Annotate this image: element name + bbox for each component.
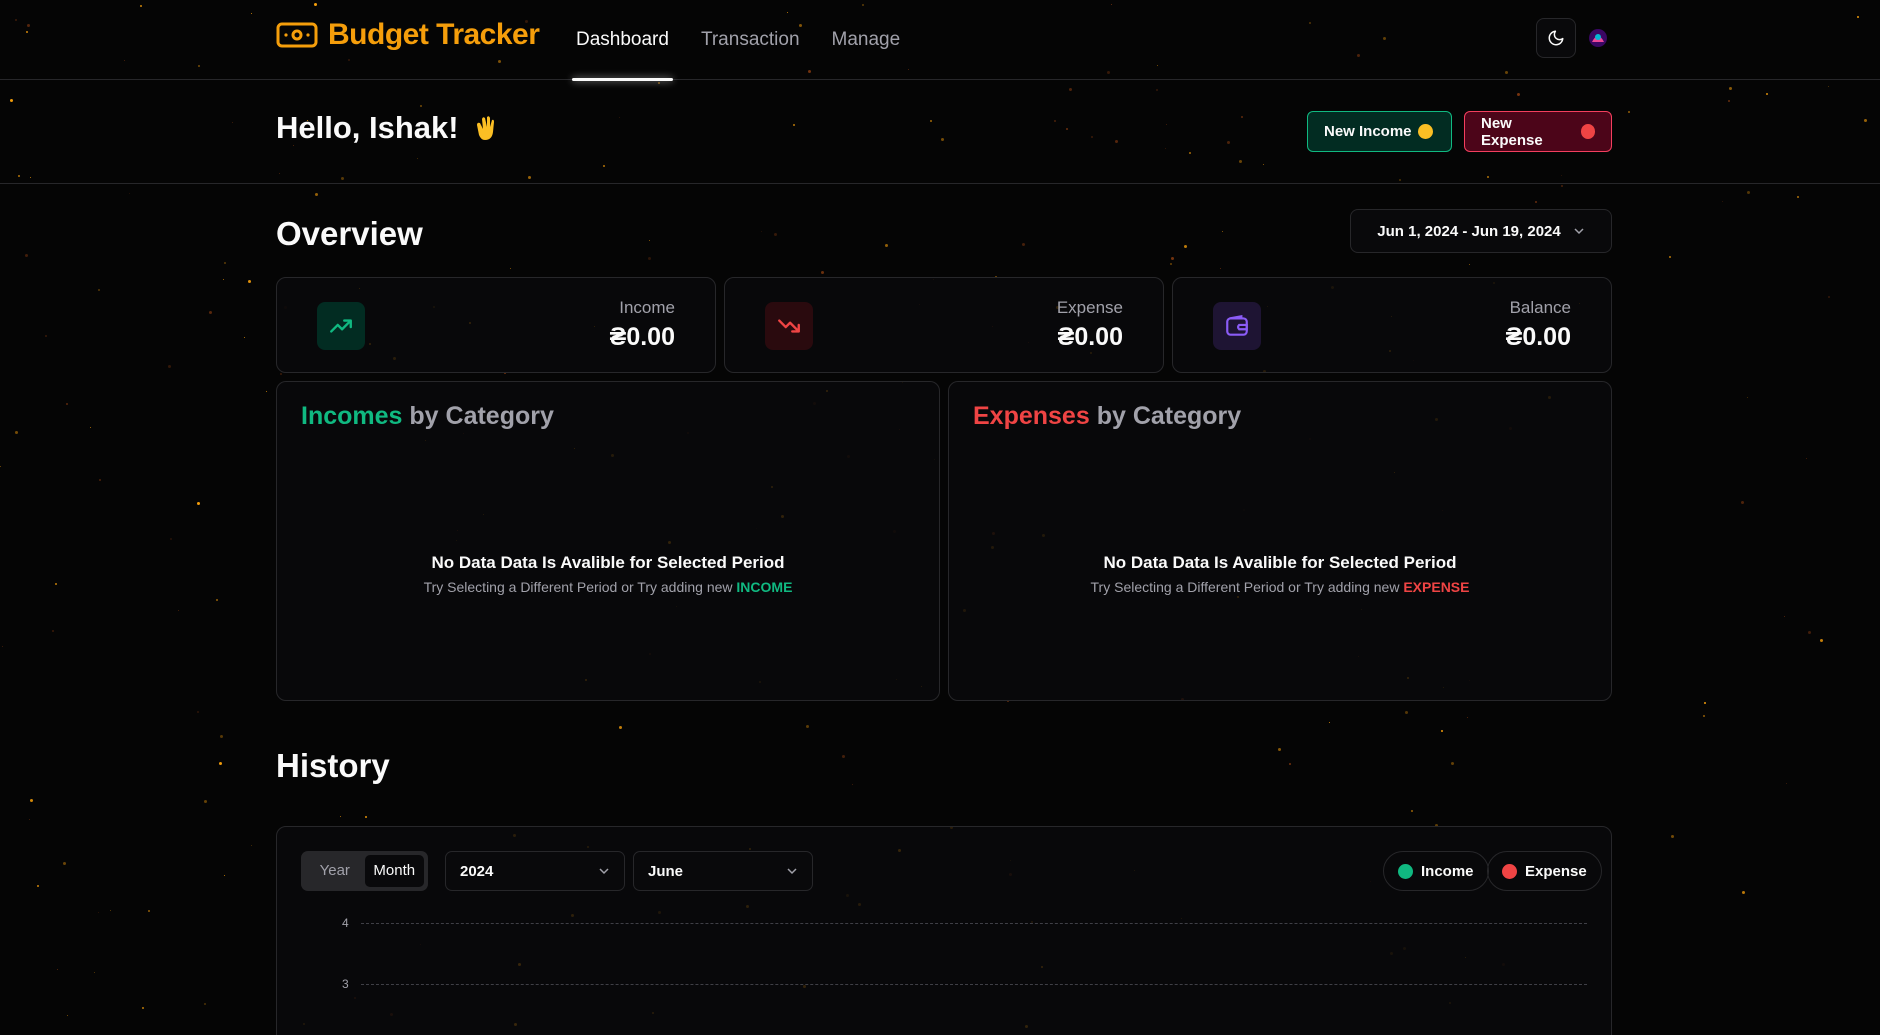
income-stat-card: Income ₴0.00 bbox=[276, 277, 716, 373]
greeting-text: Hello, Ishak! bbox=[276, 110, 459, 145]
toggle-year[interactable]: Year bbox=[305, 855, 365, 887]
expenses-empty-state: No Data Data Is Avalible for Selected Pe… bbox=[949, 553, 1611, 595]
year-select-value: 2024 bbox=[460, 862, 494, 880]
waving-hand-icon bbox=[476, 116, 494, 140]
incomes-by-category-card: Incomes by Category No Data Data Is Aval… bbox=[276, 381, 940, 701]
angry-face-icon bbox=[1580, 124, 1595, 139]
expenses-category-title: Expenses by Category bbox=[973, 402, 1241, 431]
expenses-title-accent: Expenses bbox=[973, 402, 1090, 430]
greeting-bar: Hello, Ishak! New Income New Expense bbox=[0, 80, 1880, 184]
expenses-empty-keyword: EXPENSE bbox=[1403, 579, 1470, 595]
new-income-button[interactable]: New Income bbox=[1307, 111, 1452, 152]
app-logo[interactable]: Budget Tracker bbox=[276, 18, 540, 52]
balance-stat-value: ₴0.00 bbox=[1505, 323, 1571, 351]
y-tick-4: 4 bbox=[342, 916, 349, 930]
expenses-by-category-card: Expenses by Category No Data Data Is Ava… bbox=[948, 381, 1612, 701]
theme-toggle-button[interactable] bbox=[1536, 18, 1576, 58]
income-dot-icon bbox=[1398, 863, 1413, 879]
trending-up-icon bbox=[317, 302, 365, 350]
incomes-category-title: Incomes by Category bbox=[301, 402, 554, 431]
income-stat-label: Income bbox=[619, 298, 675, 317]
expenses-empty-sub-text: Try Selecting a Different Period or Try … bbox=[1090, 579, 1400, 595]
month-select[interactable]: June bbox=[633, 851, 813, 891]
expense-dot-icon bbox=[1502, 863, 1517, 879]
chevron-down-icon bbox=[599, 868, 609, 875]
chevron-down-icon bbox=[787, 868, 797, 875]
legend-income-label: Income bbox=[1421, 862, 1474, 880]
expense-stat-label: Expense bbox=[1056, 298, 1123, 317]
incomes-title-rest: by Category bbox=[409, 402, 554, 430]
app-title: Budget Tracker bbox=[328, 18, 540, 51]
incomes-empty-state: No Data Data Is Avalible for Selected Pe… bbox=[277, 553, 939, 595]
income-stat-value: ₴0.00 bbox=[609, 323, 675, 351]
incomes-empty-keyword: INCOME bbox=[736, 579, 793, 595]
incomes-title-accent: Incomes bbox=[301, 402, 403, 430]
expenses-title-rest: by Category bbox=[1096, 402, 1242, 430]
new-expense-label: New Expense bbox=[1481, 114, 1543, 149]
year-select[interactable]: 2024 bbox=[445, 851, 625, 891]
banknote-icon bbox=[276, 22, 318, 48]
new-expense-button[interactable]: New Expense bbox=[1464, 111, 1612, 152]
incomes-empty-title: No Data Data Is Avalible for Selected Pe… bbox=[431, 553, 785, 572]
history-card: Year Month 2024 June Income Expense 4 3 bbox=[276, 826, 1612, 1035]
user-avatar[interactable] bbox=[1588, 28, 1608, 48]
greeting-heading: Hello, Ishak! bbox=[276, 110, 501, 146]
y-tick-3: 3 bbox=[342, 977, 349, 991]
balance-stat-card: Balance ₴0.00 bbox=[1172, 277, 1612, 373]
new-income-label: New Income bbox=[1324, 123, 1412, 140]
period-toggle: Year Month bbox=[301, 851, 428, 891]
nav-manage[interactable]: Manage bbox=[816, 0, 917, 80]
nav-transaction[interactable]: Transaction bbox=[685, 0, 816, 80]
moon-icon bbox=[1548, 30, 1564, 46]
balance-stat-label: Balance bbox=[1509, 298, 1571, 317]
money-face-icon bbox=[1417, 124, 1433, 139]
nav-dashboard[interactable]: Dashboard bbox=[560, 0, 685, 81]
toggle-month[interactable]: Month bbox=[364, 855, 424, 887]
overview-title: Overview bbox=[276, 215, 423, 252]
incomes-empty-sub-text: Try Selecting a Different Period or Try … bbox=[423, 579, 733, 595]
month-select-value: June bbox=[648, 862, 684, 880]
expense-stat-value: ₴0.00 bbox=[1057, 323, 1123, 351]
grid-line bbox=[361, 984, 1587, 985]
expenses-empty-title: No Data Data Is Avalible for Selected Pe… bbox=[1103, 553, 1457, 572]
expenses-empty-subtitle: Try Selecting a Different Period or Try … bbox=[949, 579, 1611, 595]
date-range-text: Jun 1, 2024 - Jun 19, 2024 bbox=[1377, 222, 1561, 240]
expense-stat-card: Expense ₴0.00 bbox=[724, 277, 1164, 373]
history-title: History bbox=[276, 747, 390, 784]
main-nav: Dashboard Transaction Manage bbox=[560, 0, 917, 81]
wallet-icon bbox=[1213, 302, 1261, 350]
grid-line bbox=[361, 923, 1587, 924]
trending-down-icon bbox=[765, 302, 813, 350]
incomes-empty-subtitle: Try Selecting a Different Period or Try … bbox=[277, 579, 939, 595]
legend-expense[interactable]: Expense bbox=[1487, 851, 1602, 891]
chevron-down-icon bbox=[1574, 228, 1584, 235]
legend-income[interactable]: Income bbox=[1383, 851, 1489, 891]
date-range-picker[interactable]: Jun 1, 2024 - Jun 19, 2024 bbox=[1350, 209, 1612, 253]
legend-expense-label: Expense bbox=[1525, 862, 1587, 880]
navbar: Budget Tracker Dashboard Transaction Man… bbox=[0, 0, 1880, 81]
